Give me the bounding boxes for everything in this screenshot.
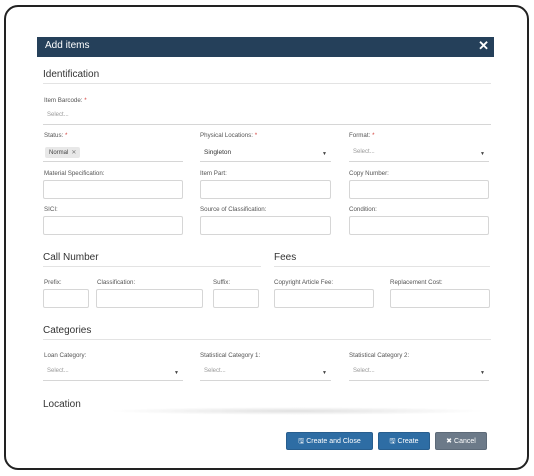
chevron-down-icon: ▼ [322,151,327,157]
suffix-label: Suffix: [213,279,231,286]
statistical-category-1-placeholder: Select... [204,368,226,374]
statistical-category-1-select[interactable]: Select... ▼ [200,362,331,381]
status-field[interactable]: Normal ✕ [43,143,183,162]
statistical-category-2-placeholder: Select... [353,368,375,374]
replacement-cost-input[interactable] [390,289,490,308]
item-barcode-label: Item Barcode: * [44,97,87,104]
sici-input[interactable] [43,216,183,235]
tag-remove-icon[interactable]: ✕ [71,150,76,156]
save-icon: 🖫 [298,438,305,445]
chevron-down-icon: ▼ [480,151,485,157]
source-of-classification-input[interactable] [200,216,331,235]
item-part-input[interactable] [200,180,331,199]
replacement-cost-label: Replacement Cost: [390,279,443,286]
cancel-icon: ✖ [446,438,453,445]
section-categories-title: Categories [43,325,491,340]
create-and-close-label: Create and Close [306,438,361,445]
prefix-input[interactable] [43,289,89,308]
copyright-article-fee-input[interactable] [274,289,374,308]
suffix-input[interactable] [213,289,259,308]
physical-locations-label: Physical Locations: * [200,132,258,139]
format-select[interactable]: Select... ▼ [349,143,489,162]
sici-label: SICI: [44,206,58,213]
section-fees-title: Fees [274,252,490,267]
format-placeholder: Select... [353,149,375,155]
copy-number-input[interactable] [349,180,489,199]
statistical-category-1-label: Statistical Category 1: [200,352,261,359]
close-icon[interactable]: ✕ [478,38,489,54]
chevron-down-icon: ▼ [174,370,179,376]
section-location-title: Location [43,399,81,410]
material-specification-input[interactable] [43,180,183,199]
material-specification-label: Material Specification: [44,170,105,177]
classification-input[interactable] [96,289,203,308]
dialog-titlebar: Add items ✕ [37,37,494,57]
loan-category-select[interactable]: Select... ▼ [43,362,183,381]
format-label: Format: * [349,132,375,139]
item-barcode-placeholder: Select... [47,112,69,118]
cancel-label: Cancel [454,438,476,445]
save-icon: 🖫 [389,438,396,445]
condition-input[interactable] [349,216,489,235]
cancel-button[interactable]: ✖ Cancel [435,432,487,450]
statistical-category-2-label: Statistical Category 2: [349,352,410,359]
physical-locations-select[interactable]: Singleton ▼ [200,143,331,162]
item-part-label: Item Part: [200,170,227,177]
prefix-label: Prefix: [44,279,62,286]
condition-label: Condition: [349,206,377,213]
scroll-shadow [107,407,487,415]
copy-number-label: Copy Number: [349,170,389,177]
loan-category-label: Loan Category: [44,352,87,359]
section-identification-title: Identification [43,69,491,84]
create-label: Create [397,438,419,445]
source-of-classification-label: Source of Classification: [200,206,267,213]
create-and-close-button[interactable]: 🖫 Create and Close [286,432,373,450]
statistical-category-2-select[interactable]: Select... ▼ [349,362,489,381]
chevron-down-icon: ▼ [480,370,485,376]
add-items-dialog: Add items ✕ Identification Item Barcode:… [37,37,494,457]
item-barcode-field[interactable]: Select... [43,107,491,125]
status-label: Status: * [44,132,68,139]
physical-locations-value: Singleton [204,149,232,156]
section-call-number-title: Call Number [43,252,261,267]
create-button[interactable]: 🖫 Create [378,432,430,450]
dialog-title: Add items [45,40,90,51]
chevron-down-icon: ▼ [322,370,327,376]
status-tag: Normal ✕ [45,147,81,158]
copyright-article-fee-label: Copyright Article Fee: [274,279,334,286]
loan-category-placeholder: Select... [47,368,69,374]
classification-label: Classification: [97,279,136,286]
